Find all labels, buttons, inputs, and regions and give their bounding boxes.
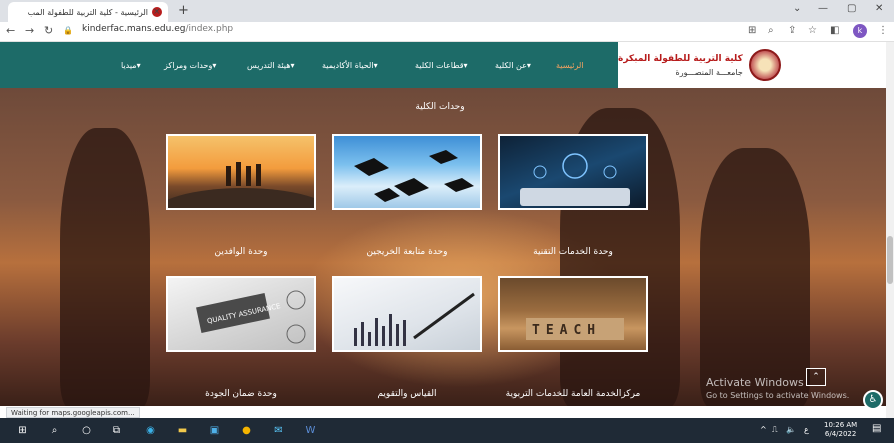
tab-close-icon[interactable]: × — [153, 7, 161, 17]
card-caption-tech-unit[interactable]: وحدة الخدمات التقنية — [493, 246, 653, 258]
browser-tab-bar: الرئيسية - كلية التربية للطفولة المب × +… — [0, 0, 894, 22]
url-field[interactable]: kinderfac.mans.edu.eg/index.php — [82, 24, 233, 34]
cortana-icon[interactable]: ○ — [80, 424, 93, 437]
browser-menu-icon[interactable]: ⋮ — [878, 25, 888, 36]
nav-academic-life[interactable]: الحياة الأكاديمية▾ — [322, 61, 378, 70]
teach-blocks-image: TEACH — [526, 318, 624, 340]
tab-title: الرئيسية - كلية التربية للطفولة المب — [27, 7, 148, 17]
side-panel-icon[interactable]: ◧ — [830, 25, 839, 36]
clock-time: 10:26 AM — [824, 421, 858, 429]
share-icon[interactable]: ⇪ — [788, 25, 796, 36]
zoom-icon[interactable]: ⌕ — [768, 25, 774, 36]
college-name: كلية التربية للطفولة المبكرة — [618, 53, 743, 64]
file-explorer-icon[interactable]: ▬ — [176, 424, 189, 437]
url-path: /index.php — [185, 24, 234, 34]
graduation-caps-image — [354, 150, 474, 202]
input-language[interactable]: ع — [804, 425, 809, 434]
word-icon[interactable]: W — [304, 424, 317, 437]
close-window-button[interactable]: ✕ — [875, 3, 883, 14]
nav-about[interactable]: عن الكلية▾ — [495, 61, 531, 70]
tray-chevron-icon[interactable]: ^ — [760, 425, 767, 434]
card-image-expat-unit[interactable] — [166, 134, 316, 210]
clock-date: 6/4/2022 — [824, 430, 857, 438]
url-host: kinderfac.mans.edu.eg — [82, 24, 186, 34]
chrome-icon[interactable]: ● — [240, 424, 253, 437]
profile-avatar[interactable]: k — [853, 24, 867, 38]
status-text: Waiting for maps.googleapis.com... — [6, 407, 140, 418]
minimize-button[interactable]: — — [818, 3, 828, 14]
windows-start-icon[interactable]: ⊞ — [16, 424, 29, 437]
windows-taskbar: ⊞ ⌕ ○ ⧉ ◉ ▬ ▣ ● ✉ W ^ ⎍ 🔈 ع 10:26 AM 6/4… — [0, 418, 894, 443]
store-icon[interactable]: ▣ — [208, 424, 221, 437]
card-image-quality-unit[interactable]: QUALITY ASSURANCE — [166, 276, 316, 352]
card-caption-quality-unit[interactable]: وحدة ضمان الجودة — [161, 388, 321, 400]
browser-tab[interactable]: الرئيسية - كلية التربية للطفولة المب × — [8, 2, 168, 22]
lock-icon[interactable]: 🔒 — [63, 26, 73, 35]
watermark-line1: Activate Windows — [706, 376, 804, 389]
units-section: وحدات الكلية وحدة الوافدين وحدة متابعة ا… — [0, 88, 886, 406]
nav-units-centers[interactable]: وحدات ومراكز▾ — [164, 61, 216, 70]
card-image-graduates-unit[interactable] — [332, 134, 482, 210]
card-caption-public-service-center[interactable]: مركزالخدمة العامة للخدمات التربوية — [493, 388, 653, 400]
page-scrollbar[interactable] — [886, 42, 894, 418]
nav-media[interactable]: ميديا▾ — [121, 61, 141, 70]
card-caption-expat-unit[interactable]: وحدة الوافدين — [161, 246, 321, 258]
forward-arrow-icon[interactable]: → — [25, 24, 34, 37]
taskbar-clock[interactable]: 10:26 AM 6/4/2022 — [824, 421, 857, 439]
activate-windows-watermark: Activate Windows Go to Settings to activ… — [706, 376, 849, 400]
section-title: وحدات الكلية — [415, 102, 465, 112]
quality-assurance-image: QUALITY ASSURANCE — [196, 290, 306, 344]
scrollbar-thumb[interactable] — [887, 236, 893, 284]
card-image-tech-unit[interactable] — [498, 134, 648, 210]
bookmark-star-icon[interactable]: ☆ — [808, 25, 817, 36]
site-header: كلية التربية للطفولة المبكرة جامعـــة ال… — [0, 42, 886, 88]
college-logo-block[interactable]: كلية التربية للطفولة المبكرة جامعـــة ال… — [618, 42, 886, 88]
reload-icon[interactable]: ↻ — [44, 24, 53, 37]
volume-icon[interactable]: 🔈 — [786, 425, 796, 434]
nav-faculty-staff[interactable]: هيئة التدريس▾ — [247, 61, 294, 70]
back-arrow-icon[interactable]: ← — [6, 24, 15, 37]
university-seal-icon — [748, 49, 781, 81]
edge-icon[interactable]: ◉ — [144, 424, 157, 437]
accessibility-icon[interactable]: ♿ — [863, 390, 883, 410]
card-image-public-service-center[interactable]: TEACH — [498, 276, 648, 352]
card-caption-assessment-unit[interactable]: القياس والتقويم — [327, 388, 487, 400]
background-silhouette — [700, 148, 810, 406]
task-view-icon[interactable]: ⧉ — [110, 424, 123, 437]
horizon-figures-image — [168, 162, 314, 208]
card-image-assessment-unit[interactable] — [332, 276, 482, 352]
network-icon[interactable]: ⎍ — [772, 425, 778, 435]
watermark-line2: Go to Settings to activate Windows. — [706, 391, 850, 400]
card-caption-graduates-unit[interactable]: وحدة متابعة الخريجين — [327, 246, 487, 258]
tab-search-icon[interactable]: ⌄ — [793, 3, 801, 14]
restore-button[interactable]: ▢ — [847, 3, 856, 14]
charts-pen-image — [354, 292, 475, 346]
svg-text:TEACH: TEACH — [532, 323, 601, 338]
search-icon[interactable]: ⌕ — [48, 424, 61, 437]
new-tab-button[interactable]: + — [178, 3, 189, 18]
background-silhouette — [60, 128, 150, 406]
e-learning-tablet-image — [520, 153, 630, 206]
mail-icon[interactable]: ✉ — [272, 424, 285, 437]
nav-home[interactable]: الرئيسية — [556, 61, 584, 70]
translate-icon[interactable]: ⊞ — [748, 25, 756, 36]
notifications-icon[interactable]: ▤ — [872, 423, 881, 434]
nav-sectors[interactable]: قطاعات الكلية▾ — [415, 61, 468, 70]
university-name: جامعـــة المنصـــورة — [675, 67, 743, 77]
address-bar-row: ← → ↻ 🔒 kinderfac.mans.edu.eg/index.php … — [0, 22, 894, 42]
